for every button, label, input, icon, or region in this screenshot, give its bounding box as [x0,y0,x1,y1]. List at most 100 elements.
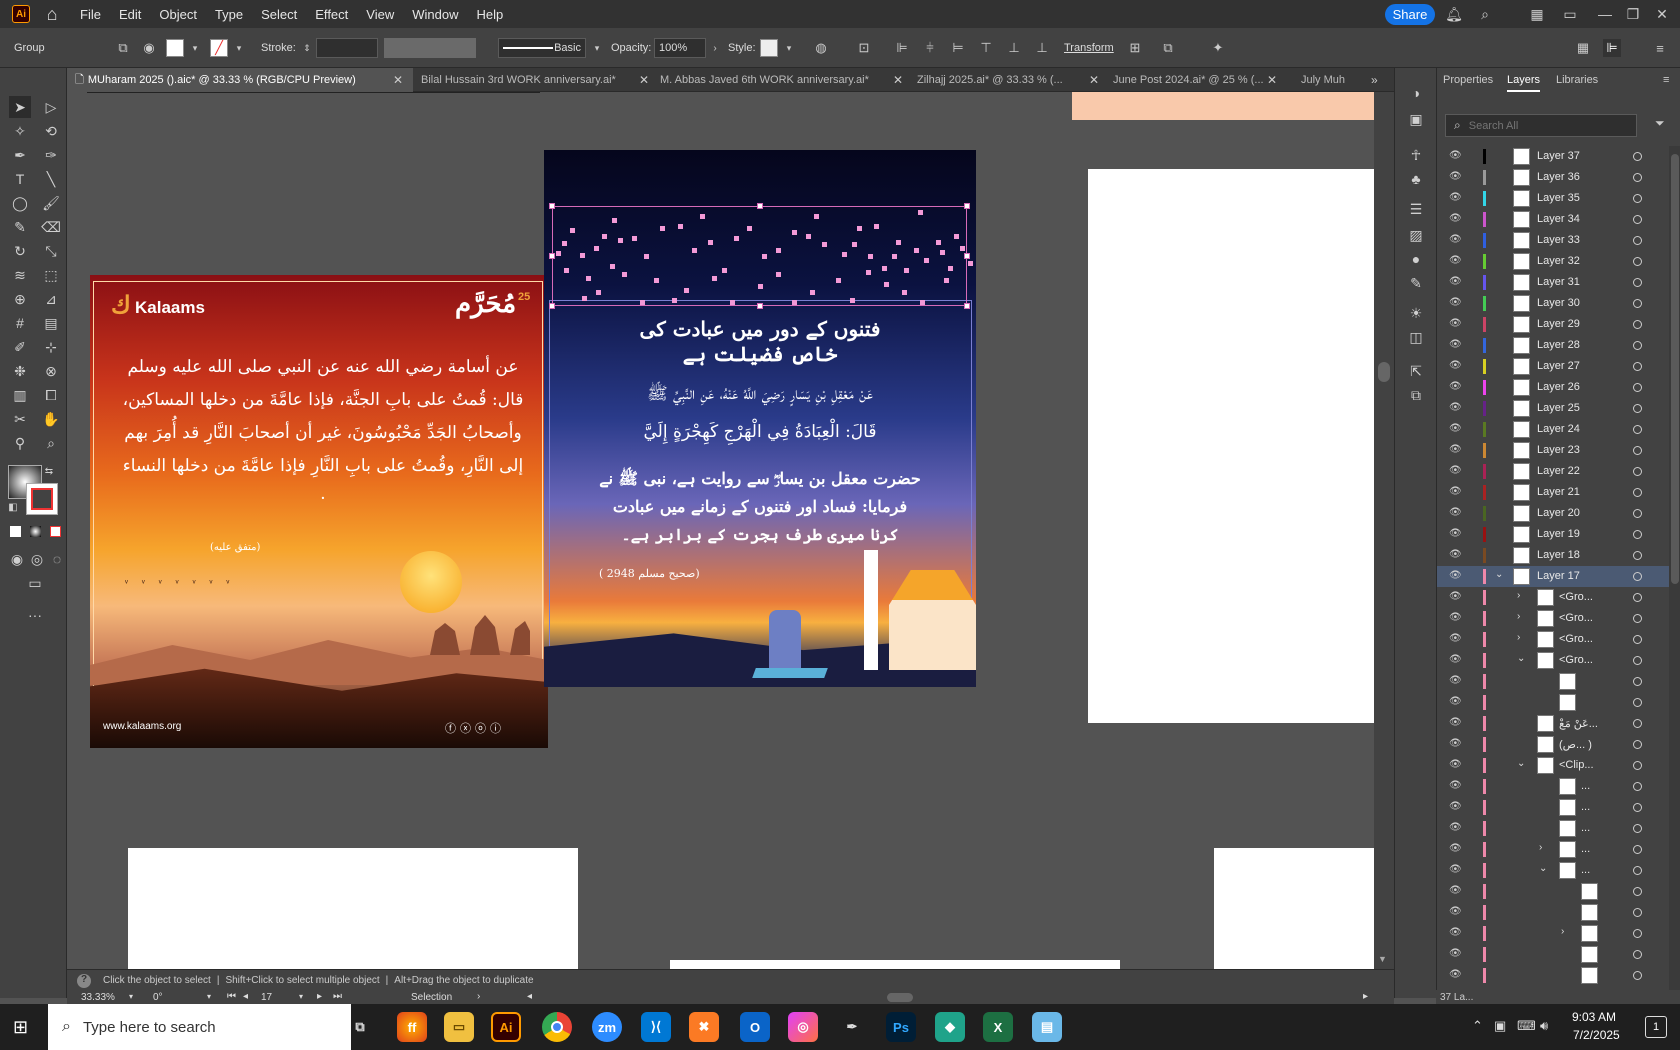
brushes-icon[interactable]: ✎ [1405,272,1427,294]
mesh-tool-icon[interactable]: # [9,312,31,334]
notification-badge[interactable]: 1 [1645,1016,1667,1038]
align-bottom-icon[interactable]: ⊥ [1033,39,1051,57]
gradient-mode-icon[interactable] [30,526,41,537]
menu-window[interactable]: Window [412,7,458,22]
fill-swatch[interactable] [166,39,184,57]
sublayer-row[interactable]: 👁︎ (ص... ) [1437,734,1669,755]
color-panel-icon[interactable]: ● [1405,248,1427,270]
layer-target-icon[interactable] [1633,845,1642,854]
tab-june-post-2024[interactable]: June Post 2024.ai* @ 25 % (... [1105,68,1279,92]
windows-start-icon[interactable]: ⊞ [13,1017,33,1037]
export-icon[interactable]: ⇱ [1405,360,1427,382]
canvas[interactable]: ك Kalaams مُحَرَّم 25 عن أسامة رضي الله … [67,92,1374,969]
share-button[interactable]: Share [1385,4,1435,25]
eye-icon[interactable]: 👁︎ [1449,171,1463,182]
tab-libraries[interactable]: Libraries [1556,74,1598,86]
transform-link[interactable]: Transform [1064,28,1114,68]
eyedropper-icon[interactable]: ✐ [9,336,31,358]
eye-icon[interactable]: 👁︎ [1449,150,1463,161]
layer-row[interactable]: 👁︎ Layer 33 [1437,230,1669,251]
horizontal-scroll-thumb[interactable] [887,993,913,1002]
layer-target-icon[interactable] [1633,719,1642,728]
chevron-right-icon[interactable]: › [706,39,724,57]
illustrator-taskbar-icon[interactable]: Ai [491,1012,521,1042]
color-mode-icon[interactable] [10,526,21,537]
chevron-right-icon[interactable]: › [1517,611,1520,622]
tab-july-muh[interactable]: July Muh [1293,68,1363,92]
tab-bilal-hussain[interactable]: Bilal Hussain 3rd WORK anniversary.ai* [413,68,641,92]
layer-target-icon[interactable] [1633,803,1642,812]
vertical-scrollbar[interactable]: ▼ [1374,92,1394,969]
zoom-tool-icon[interactable]: ⌕ [40,432,62,454]
layer-target-icon[interactable] [1633,929,1642,938]
swap-colors-icon[interactable]: ⇆ [38,460,60,482]
sublayer-row[interactable]: 👁︎ › <Gro... [1437,608,1669,629]
layer-target-icon[interactable] [1633,425,1642,434]
menu-help[interactable]: Help [476,7,503,22]
tab-properties[interactable]: Properties [1443,74,1493,86]
layer-target-icon[interactable] [1633,488,1642,497]
layer-target-icon[interactable] [1633,740,1642,749]
eye-icon[interactable]: 👁︎ [1449,234,1463,245]
sublayer-row[interactable]: 👁︎ ⌄ <Gro... [1437,650,1669,671]
eye-icon[interactable]: 👁︎ [1449,423,1463,434]
layer-row[interactable]: 👁︎ Layer 28 [1437,335,1669,356]
layer-target-icon[interactable] [1633,614,1642,623]
handle-middle-left[interactable] [549,253,555,259]
align-top-icon[interactable]: ⊤ [977,39,995,57]
handle-top-left[interactable] [549,203,555,209]
notes-app-icon[interactable]: ▤ [1032,1012,1062,1042]
tray-app-icon[interactable]: ▣ [1494,1018,1506,1034]
panel-layout-icon[interactable]: ▦ [1574,39,1592,57]
sublayer-row[interactable]: 👁︎... [1437,818,1669,839]
recolor-artwork-icon[interactable]: ✦ [1209,39,1227,57]
bell-icon[interactable]: 🔔︎ [1444,4,1464,24]
zoom-field[interactable]: 33.33% [81,992,115,1003]
eye-icon[interactable]: 👁︎ [1449,549,1463,560]
symbols-icon[interactable]: ♣ [1405,168,1427,190]
chevron-down-icon[interactable]: ⌄ [1495,569,1503,580]
layer-row[interactable]: 👁︎ Layer 34 [1437,209,1669,230]
transform-icon[interactable]: ⊞ [1126,39,1144,57]
shape-builder-icon[interactable]: ⊕ [9,288,31,310]
lasso-icon[interactable]: ⟲ [40,120,62,142]
eye-icon[interactable]: 👁︎ [1449,738,1463,749]
vscode-icon[interactable]: ⟩⟨ [641,1012,671,1042]
layer-row[interactable]: 👁︎ ⌄ Layer 17 [1437,566,1669,587]
magic-wand-icon[interactable]: ✧ [9,120,31,142]
layer-target-icon[interactable] [1633,950,1642,959]
next-artboard-icon[interactable]: ▸ [317,991,322,1002]
menu-type[interactable]: Type [215,7,243,22]
gradient-panel-icon[interactable]: ▨ [1405,224,1427,246]
chevron-down-icon[interactable]: ⌄ [1539,863,1547,874]
artboard-number-field[interactable]: 17 [261,992,272,1003]
sublayer-row[interactable]: 👁︎ [1437,671,1669,692]
xampp-icon[interactable]: ✖ [689,1012,719,1042]
layer-row[interactable]: 👁︎ Layer 27 [1437,356,1669,377]
close-icon[interactable]: ✕ [1652,4,1672,24]
sublayer-row[interactable]: 👁︎... [1437,797,1669,818]
chevron-down-icon[interactable]: ⌄ [1517,758,1525,769]
draw-behind-icon[interactable]: ◎ [26,548,48,570]
handle-top-center[interactable] [757,203,763,209]
layer-target-icon[interactable] [1633,677,1642,686]
chrome-icon[interactable] [542,1012,572,1042]
eye-icon[interactable]: 👁︎ [1449,486,1463,497]
tab-layers[interactable]: Layers [1507,74,1541,92]
layer-target-icon[interactable] [1633,971,1642,980]
paintbrush-icon[interactable]: 🖌︎ [40,192,62,214]
perspective-grid-icon[interactable]: ⊿ [40,288,62,310]
align-middle-icon[interactable]: ⊥ [1005,39,1023,57]
close-tab-icon[interactable]: ✕ [1089,73,1099,87]
eye-icon[interactable]: 👁︎ [1449,801,1463,812]
none-mode-icon[interactable] [50,526,61,537]
layer-target-icon[interactable] [1633,383,1642,392]
layer-row[interactable]: 👁︎ Layer 24 [1437,419,1669,440]
eye-icon[interactable]: 👁︎ [1449,843,1463,854]
handle-bottom-center[interactable] [757,303,763,309]
eye-icon[interactable]: 👁︎ [1449,885,1463,896]
task-view-icon[interactable]: ⧉ [345,1012,375,1042]
workspace-icon[interactable]: ▭ [1560,4,1580,24]
status-menu-icon[interactable]: › [477,991,480,1002]
maximize-icon[interactable]: ❐ [1623,4,1643,24]
